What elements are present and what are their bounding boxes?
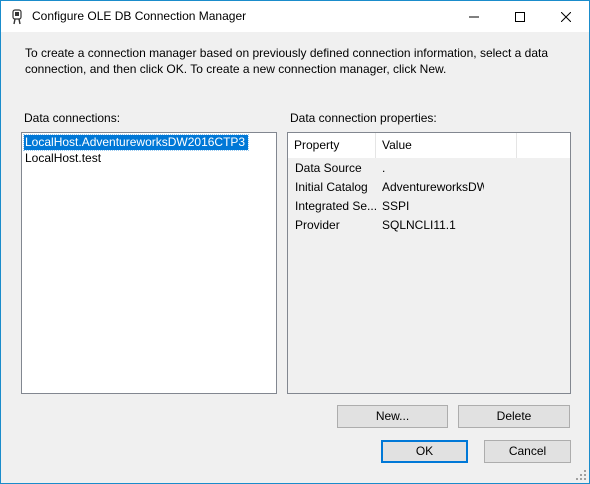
column-header-value[interactable]: Value [376, 133, 516, 158]
ssis-connection-icon [12, 9, 22, 25]
list-item-adventureworksdw2016ctp3[interactable]: LocalHost.AdventureworksDW2016CTP3 [22, 134, 250, 151]
property-row: Data Source . [288, 159, 570, 178]
data-connections-list[interactable]: LocalHost.AdventureworksDW2016CTP3 Local… [21, 132, 277, 394]
close-button[interactable] [543, 1, 589, 32]
property-name: Integrated Se... [295, 199, 377, 213]
window-title: Configure OLE DB Connection Manager [32, 9, 247, 23]
property-name: Data Source [295, 161, 362, 175]
property-value: AdventureworksDW20... [382, 180, 484, 194]
property-name: Initial Catalog [295, 180, 368, 194]
property-name: Provider [295, 218, 340, 232]
cancel-button[interactable]: Cancel [484, 440, 571, 463]
property-row: Initial Catalog AdventureworksDW20... [288, 178, 570, 197]
column-divider[interactable] [516, 133, 517, 158]
property-value: SQLNCLI11.1 [382, 218, 456, 232]
maximize-icon [515, 11, 525, 22]
delete-button[interactable]: Delete [458, 405, 570, 428]
minimize-button[interactable] [451, 1, 497, 32]
dialog-window: Configure OLE DB Connection Manager To c… [0, 0, 590, 484]
maximize-button[interactable] [497, 1, 543, 32]
properties-grid: Property Value Data Source . Initial Cat… [287, 132, 571, 394]
property-value: . [382, 161, 386, 175]
new-button[interactable]: New... [337, 405, 448, 428]
list-item-test[interactable]: LocalHost.test [24, 151, 104, 166]
data-connection-properties-label: Data connection properties: [290, 111, 437, 125]
property-row: Provider SQLNCLI11.1 [288, 216, 570, 235]
properties-grid-header: Property Value [288, 133, 570, 158]
close-icon [561, 11, 571, 22]
instructions-text: To create a connection manager based on … [25, 46, 548, 76]
title-bar[interactable]: Configure OLE DB Connection Manager [1, 1, 589, 32]
property-value: SSPI [382, 199, 410, 213]
resize-grip-icon[interactable] [576, 470, 586, 480]
property-row: Integrated Se... SSPI [288, 197, 570, 216]
minimize-icon [469, 16, 479, 17]
column-header-property[interactable]: Property [288, 133, 375, 158]
data-connections-label: Data connections: [24, 111, 121, 125]
ok-button[interactable]: OK [381, 440, 468, 463]
